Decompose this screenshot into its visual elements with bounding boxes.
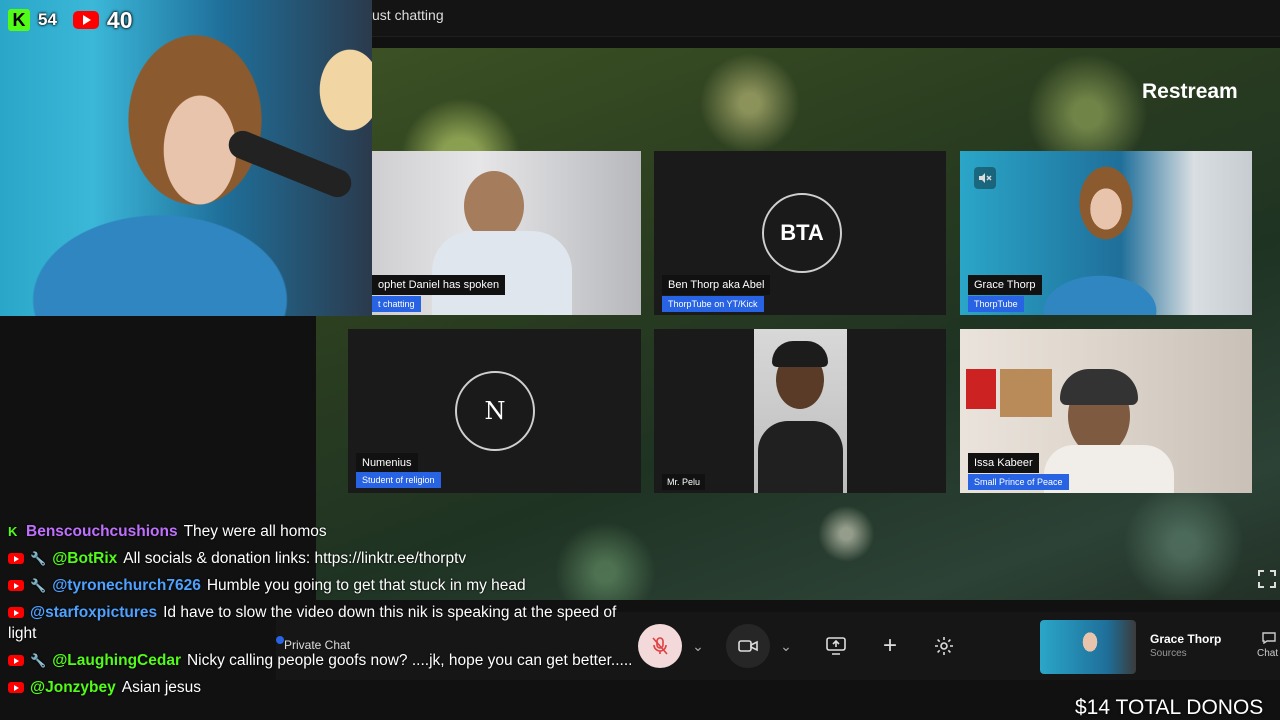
youtube-logo-icon: [72, 11, 99, 29]
participant-name: Grace Thorp: [968, 275, 1042, 295]
chat-username: @LaughingCedar: [52, 652, 181, 669]
kick-logo-icon: K: [8, 9, 30, 31]
youtube-logo-icon: [8, 580, 24, 592]
microphone: [224, 126, 356, 202]
share-screen-icon: [826, 637, 846, 655]
moderator-wrench-icon: 🔧: [30, 551, 47, 566]
participant-tile-ben[interactable]: BTA Ben Thorp aka Abel ThorpTube on YT/K…: [654, 151, 946, 315]
participant-name: Numenius: [356, 453, 418, 473]
kick-logo-icon: K: [8, 523, 18, 539]
chat-message: K Benscouchcushions They were all homos: [8, 518, 648, 545]
participant-avatar: BTA: [762, 193, 842, 273]
chat-button-label[interactable]: Chat: [1257, 648, 1278, 659]
chat-username: @Jonzybey: [30, 679, 116, 696]
camera-icon: [738, 640, 758, 652]
youtube-logo-icon: [8, 607, 24, 619]
chat-username: Benscouchcushions: [26, 523, 178, 540]
donation-total: $14 TOTAL DONOS: [1075, 696, 1264, 719]
participant-name: ophet Daniel has spoken: [372, 275, 506, 295]
restream-logo: Restream: [1142, 80, 1238, 103]
mic-off-icon: [652, 637, 668, 655]
chat-message: 🔧 @BotRix All socials & donation links: ht…: [8, 545, 648, 572]
share-screen-button[interactable]: [822, 632, 850, 660]
participant-tile-grace[interactable]: Grace Thorp ThorpTube: [960, 151, 1252, 315]
camera-button[interactable]: [726, 624, 770, 668]
stream-title: ust chatting: [372, 7, 444, 23]
youtube-logo-icon: [8, 682, 24, 694]
participant-tile-daniel[interactable]: ophet Daniel has spoken t chatting: [372, 151, 641, 315]
add-icon[interactable]: +: [876, 632, 904, 660]
participant-name: Ben Thorp aka Abel: [662, 275, 771, 295]
chat-username: @BotRix: [52, 550, 118, 567]
participant-tile-pelu[interactable]: Mr. Pelu: [654, 329, 946, 493]
stream-title-bar: ust chatting: [372, 0, 1280, 37]
participant-subtitle: t chatting: [372, 296, 421, 312]
self-preview-name: Grace Thorp: [1150, 632, 1222, 646]
chat-bubble-icon[interactable]: [1262, 631, 1276, 649]
moderator-wrench-icon: 🔧: [30, 653, 47, 668]
chat-message: @Jonzybey Asian jesus: [8, 674, 648, 701]
participant-name: Issa Kabeer: [968, 453, 1039, 473]
chat-text: All socials & donation links: https://li…: [123, 550, 467, 567]
participant-subtitle: Student of religion: [356, 472, 441, 488]
sources-link[interactable]: Sources: [1150, 648, 1187, 659]
viewer-counters: K 54 40: [8, 6, 133, 34]
fullscreen-icon[interactable]: [1258, 570, 1276, 593]
chat-text: Asian jesus: [121, 679, 202, 696]
youtube-logo-icon: [8, 655, 24, 667]
camera-options-chevron-icon[interactable]: ⌄: [778, 637, 794, 655]
streamer-webcam: [0, 0, 372, 316]
stream-chat-overlay: K Benscouchcushions They were all homos 🔧 @…: [8, 518, 648, 701]
self-preview-thumbnail[interactable]: [1040, 620, 1136, 674]
moderator-wrench-icon: 🔧: [30, 578, 47, 593]
participant-subtitle: ThorpTube: [968, 296, 1024, 312]
participant-tile-issa[interactable]: Issa Kabeer Small Prince of Peace: [960, 329, 1252, 493]
participant-subtitle: Small Prince of Peace: [968, 474, 1069, 490]
mic-options-chevron-icon[interactable]: ⌄: [690, 637, 706, 655]
participant-tile-numenius[interactable]: N Numenius Student of religion: [348, 329, 641, 493]
youtube-logo-icon: [8, 553, 24, 565]
participant-subtitle: ThorpTube on YT/Kick: [662, 296, 764, 312]
kick-viewer-count: 54: [38, 10, 57, 29]
participant-video: [754, 329, 847, 493]
participant-name: Mr. Pelu: [662, 474, 706, 490]
chat-text: Humble you going to get that stuck in my…: [206, 577, 526, 594]
chat-text: They were all homos: [183, 523, 327, 540]
chat-message: 🔧 @tyronechurch7626 Humble you going to ge…: [8, 572, 648, 599]
chat-message: @starfoxpictures Id have to slow the vide…: [8, 599, 648, 647]
chat-username: @tyronechurch7626: [52, 577, 201, 594]
participant-avatar: N: [455, 371, 535, 451]
speaker-muted-icon: [974, 167, 996, 189]
chat-message: 🔧 @LaughingCedar Nicky calling people goof…: [8, 647, 648, 674]
youtube-viewer-count: 40: [106, 6, 133, 33]
gear-icon: [935, 637, 953, 655]
chat-text: Nicky calling people goofs now? ....jk, …: [186, 652, 633, 669]
settings-button[interactable]: [930, 632, 958, 660]
chat-username: @starfoxpictures: [30, 604, 158, 621]
